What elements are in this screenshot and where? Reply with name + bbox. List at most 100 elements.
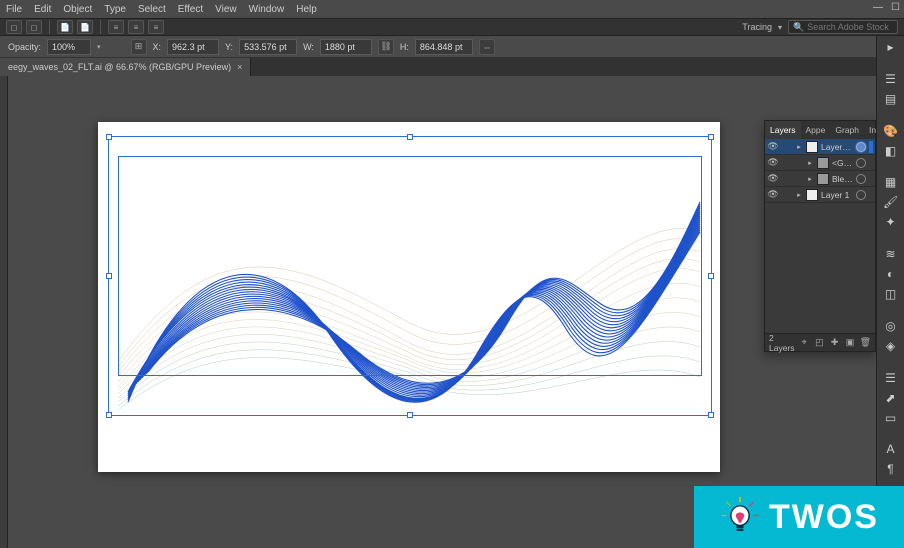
toolbar-button-3[interactable]: 📄 — [57, 20, 73, 34]
menu-select[interactable]: Select — [138, 4, 166, 15]
tracing-label[interactable]: Tracing — [742, 22, 772, 32]
swatches-panel-icon[interactable]: ▦ — [880, 175, 902, 189]
paragraph-panel-icon[interactable]: ¶ — [880, 462, 902, 476]
lightbulb-icon — [719, 496, 761, 538]
document-tab[interactable]: eegy_waves_02_FLT.ai @ 66.67% (RGB/GPU P… — [0, 58, 251, 76]
layer-row[interactable]: 👁 ▸ Layer 1 — [765, 187, 875, 203]
delete-layer-icon[interactable]: 🗑 — [860, 337, 871, 349]
libraries-panel-icon[interactable]: ▤ — [880, 92, 902, 106]
search-icon: 🔍 — [793, 22, 804, 33]
twos-text: TWOS — [769, 498, 879, 537]
gradient-panel-icon[interactable]: ◐ — [880, 267, 902, 281]
canvas-area[interactable] — [8, 76, 876, 548]
character-panel-icon[interactable]: A — [880, 442, 902, 456]
symbols-panel-icon[interactable]: ✦ — [880, 215, 902, 229]
transparency-panel-icon[interactable]: ◫ — [880, 287, 902, 301]
window-controls: — ☐ — [873, 2, 900, 13]
menu-type[interactable]: Type — [104, 4, 126, 15]
color-panel-icon[interactable]: 🎨 — [880, 124, 902, 138]
new-sublayer-icon[interactable]: ✚ — [829, 337, 840, 349]
menu-edit[interactable]: Edit — [34, 4, 51, 15]
stroke-panel-icon[interactable]: ≋ — [880, 247, 902, 261]
search-adobe-stock-input[interactable]: 🔍 Search Adobe Stock — [788, 20, 898, 34]
opacity-input[interactable]: 100% — [47, 39, 91, 55]
search-placeholder: Search Adobe Stock — [807, 22, 889, 32]
tab-graphic-styles[interactable]: Graph — [830, 121, 864, 139]
asset-export-icon[interactable]: ⬈ — [880, 391, 902, 405]
left-dock-strip[interactable] — [0, 76, 8, 548]
color-guide-icon[interactable]: ◧ — [880, 144, 902, 158]
link-wh-icon[interactable]: ⛓ — [378, 39, 394, 55]
menu-window[interactable]: Window — [249, 4, 285, 15]
menu-object[interactable]: Object — [63, 4, 92, 15]
menubar: File Edit Object Type Select Effect View… — [0, 0, 904, 18]
y-label: Y: — [225, 42, 233, 52]
locate-object-icon[interactable]: ⌖ — [799, 337, 810, 349]
control-bar: Opacity: 100% ▾ ⊞ X: 962.3 pt Y: 533.576… — [0, 36, 904, 58]
appearance-panel-icon[interactable]: ◎ — [880, 319, 902, 333]
expand-toggle-icon[interactable]: ▸ — [806, 175, 814, 183]
make-clipping-icon[interactable]: ◰ — [814, 337, 825, 349]
artwork-blends[interactable] — [98, 122, 720, 472]
target-icon[interactable] — [856, 142, 866, 152]
toolbar-button-5[interactable]: ≡ — [108, 20, 124, 34]
toolbar-button-4[interactable]: 📄 — [77, 20, 93, 34]
h-input[interactable]: 864.848 pt — [415, 39, 473, 55]
expand-toggle-icon[interactable]: ▸ — [806, 159, 814, 167]
visibility-toggle-icon[interactable]: 👁 — [767, 189, 779, 201]
target-icon[interactable] — [856, 158, 866, 168]
menu-help[interactable]: Help — [296, 4, 317, 15]
expand-toggle-icon[interactable]: ▸ — [795, 191, 803, 199]
y-input[interactable]: 533.576 pt — [239, 39, 297, 55]
align-icon[interactable]: ⇔ — [479, 39, 495, 55]
h-label: H: — [400, 42, 409, 52]
tracing-dropdown-icon[interactable]: ▾ — [778, 23, 782, 32]
selection-indicator — [869, 141, 873, 153]
properties-panel-icon[interactable]: ☰ — [880, 72, 902, 86]
menu-file[interactable]: File — [6, 4, 22, 15]
opacity-dropdown-icon[interactable]: ▾ — [97, 43, 101, 51]
menu-effect[interactable]: Effect — [178, 4, 203, 15]
layer-swatch-icon — [817, 157, 829, 169]
layer-swatch-icon — [817, 173, 829, 185]
x-label: X: — [153, 42, 162, 52]
visibility-toggle-icon[interactable]: 👁 — [767, 173, 779, 185]
artboards-panel-icon[interactable]: ▭ — [880, 411, 902, 425]
tab-layers[interactable]: Layers — [765, 121, 801, 139]
target-icon[interactable] — [856, 174, 866, 184]
menu-view[interactable]: View — [215, 4, 237, 15]
new-layer-icon[interactable]: ▣ — [844, 337, 855, 349]
layer-row[interactable]: 👁 ▸ <Group> — [765, 155, 875, 171]
separator — [100, 20, 101, 34]
toolbar-button-1[interactable]: ◻ — [6, 20, 22, 34]
toolbar-button-7[interactable]: ≡ — [148, 20, 164, 34]
graphic-styles-icon[interactable]: ◈ — [880, 339, 902, 353]
layer-row[interactable]: 👁 ▸ Layer 1 copy — [765, 139, 875, 155]
transform-ref-icon[interactable]: ⊞ — [131, 39, 147, 55]
toolbar-button-6[interactable]: ≡ — [128, 20, 144, 34]
visibility-toggle-icon[interactable]: 👁 — [767, 157, 779, 169]
brushes-panel-icon[interactable]: 🖌 — [880, 195, 902, 209]
layer-row[interactable]: 👁 ▸ Blend — [765, 171, 875, 187]
layer-name-label[interactable]: Layer 1 copy — [821, 142, 853, 152]
target-icon[interactable] — [856, 190, 866, 200]
separator — [49, 20, 50, 34]
visibility-toggle-icon[interactable]: 👁 — [767, 141, 779, 153]
toolbar-button-2[interactable]: ◻ — [26, 20, 42, 34]
maximize-icon[interactable]: ☐ — [891, 2, 900, 13]
panel-empty-area — [765, 203, 875, 333]
layer-name-label[interactable]: <Group> — [832, 158, 853, 168]
layers-panel[interactable]: Layers Appe Graph Info Attrib » ≡ 👁 ▸ La… — [764, 120, 876, 352]
layer-count-label: 2 Layers — [769, 333, 795, 353]
x-input[interactable]: 962.3 pt — [167, 39, 219, 55]
close-tab-icon[interactable]: × — [237, 62, 242, 72]
expand-panels-icon[interactable]: ▸ — [880, 40, 902, 54]
layers-panel-icon[interactable]: ☰ — [880, 371, 902, 385]
expand-toggle-icon[interactable]: ▸ — [795, 143, 803, 151]
tab-appearance[interactable]: Appe — [801, 121, 831, 139]
minimize-icon[interactable]: — — [873, 2, 883, 13]
layer-name-label[interactable]: Layer 1 — [821, 190, 853, 200]
w-input[interactable]: 1880 pt — [320, 39, 372, 55]
layer-name-label[interactable]: Blend — [832, 174, 853, 184]
layer-swatch-icon — [806, 189, 818, 201]
